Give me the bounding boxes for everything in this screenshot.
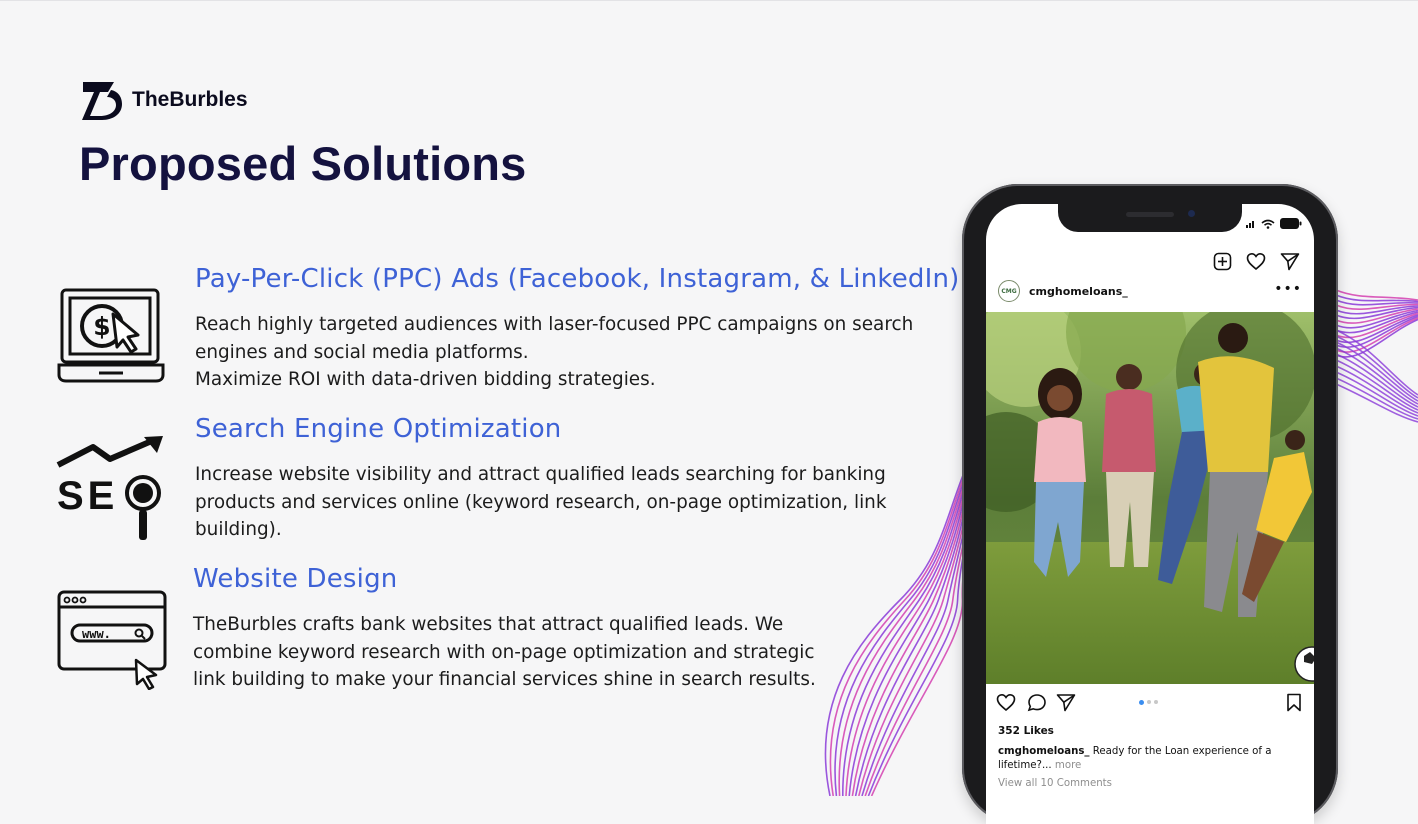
web-line-1: TheBurbles crafts bank websites that att… — [193, 614, 784, 635]
ppc-heading: Pay-Per-Click (PPC) Ads (Facebook, Insta… — [195, 264, 960, 294]
wave-line — [864, 513, 968, 796]
ig-post-photo — [986, 312, 1314, 684]
ig-username[interactable]: cmghomeloans_ — [1029, 285, 1128, 298]
share-icon[interactable] — [1056, 693, 1076, 712]
seo-growth-icon: SE — [56, 436, 163, 540]
carousel-dot — [1147, 700, 1151, 704]
ig-view-comments[interactable]: View all 10 Comments — [998, 778, 1112, 789]
ppc-line-1: Reach highly targeted audiences with las… — [195, 314, 914, 335]
more-options-icon[interactable]: ••• — [1274, 281, 1302, 297]
wave-line — [867, 517, 969, 796]
ig-post-header: CMG cmghomeloans_ ••• — [998, 280, 1302, 306]
svg-text:$: $ — [93, 312, 110, 341]
ig-caption-more[interactable]: more — [1055, 760, 1081, 771]
signal-icon — [1246, 221, 1254, 228]
ig-caption-username[interactable]: cmghomeloans_ — [998, 746, 1090, 757]
wifi-icon — [1261, 219, 1275, 229]
seo-line-3: building). — [195, 519, 282, 540]
status-bar — [1246, 218, 1302, 229]
seo-line-1: Increase website visibility and attract … — [195, 464, 886, 485]
like-heart-icon[interactable] — [996, 693, 1016, 712]
ig-likes-count[interactable]: 352 Likes — [998, 725, 1054, 737]
seo-heading: Search Engine Optimization — [195, 414, 562, 444]
brand-name: TheBurbles — [132, 88, 248, 111]
notifications-heart-icon[interactable] — [1246, 252, 1266, 271]
camera-icon — [1188, 210, 1195, 217]
web-line-3: link building to make your financial ser… — [193, 669, 816, 690]
website-design-description: TheBurbles crafts bank websites that att… — [193, 611, 816, 694]
website-design-heading: Website Design — [193, 564, 398, 594]
brand-logo-icon — [82, 82, 122, 120]
ig-post-actions — [996, 692, 1304, 714]
ppc-description: Reach highly targeted audiences with las… — [195, 311, 913, 394]
seo-description: Increase website visibility and attract … — [195, 461, 886, 544]
comment-icon[interactable] — [1027, 693, 1047, 712]
www-text: www. — [82, 627, 111, 641]
page-title: Proposed Solutions — [79, 137, 527, 190]
web-line-2: combine keyword research with on-page op… — [193, 641, 815, 663]
seo-icon-letters: SE — [57, 474, 118, 518]
new-post-icon[interactable] — [1213, 252, 1232, 271]
speaker-icon — [1126, 212, 1174, 217]
phone-mockup: CMG cmghomeloans_ ••• 352 Likes cmghomel… — [962, 184, 1338, 824]
ppc-line-2: engines and social media platforms. — [195, 341, 529, 363]
carousel-dot-active — [1139, 700, 1144, 705]
ig-avatar[interactable]: CMG — [998, 280, 1020, 302]
seo-line-2: products and services online (keyword re… — [195, 491, 887, 513]
direct-message-icon[interactable] — [1280, 252, 1300, 271]
phone-screen: CMG cmghomeloans_ ••• 352 Likes cmghomel… — [986, 204, 1314, 824]
bookmark-icon[interactable] — [1286, 693, 1302, 712]
battery-icon — [1280, 218, 1302, 229]
ig-caption: cmghomeloans_ Ready for the Loan experie… — [998, 745, 1288, 772]
laptop-dollar-cursor-icon: $ — [57, 288, 165, 383]
brand[interactable]: TheBurbles — [80, 78, 248, 122]
phone-notch — [1058, 204, 1242, 232]
carousel-dot — [1154, 700, 1158, 704]
ppc-line-3: Maximize ROI with data-driven bidding st… — [195, 369, 656, 390]
browser-www-icon: www. — [57, 590, 167, 690]
ig-top-actions — [1213, 252, 1300, 271]
